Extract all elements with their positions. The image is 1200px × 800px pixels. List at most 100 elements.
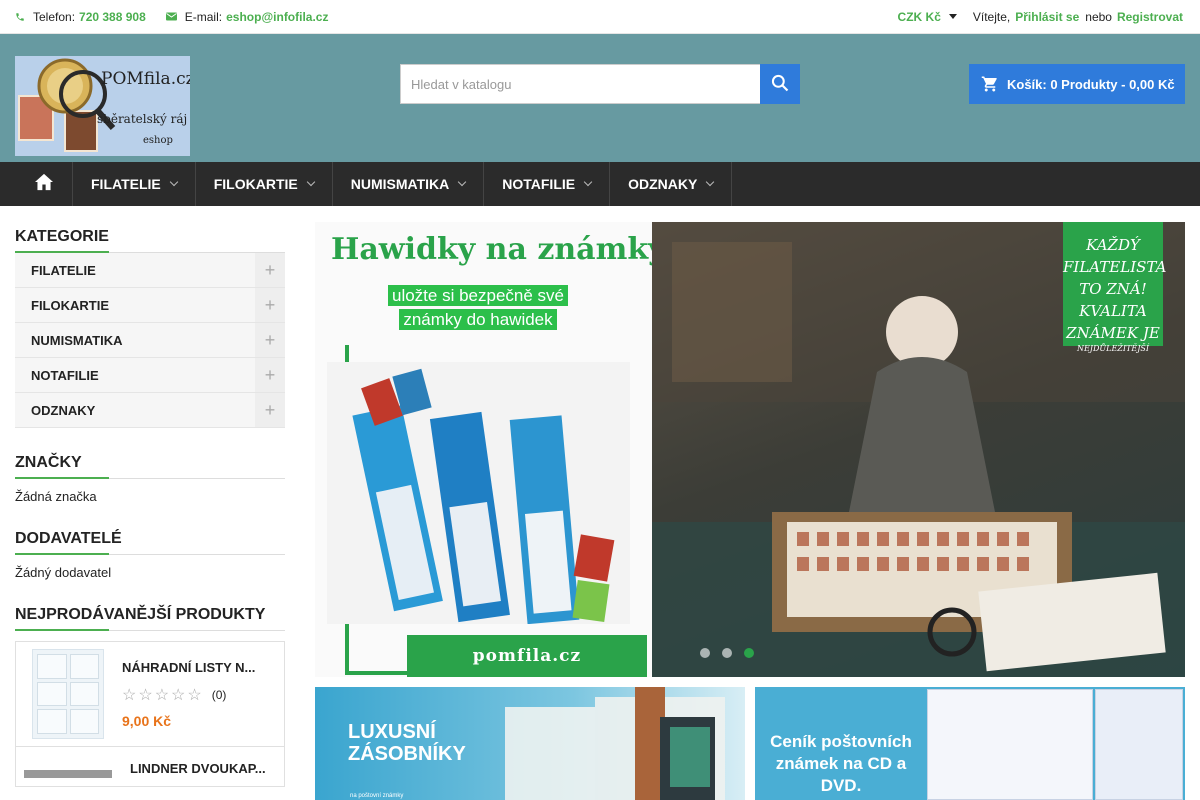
categories-title: KATEGORIE bbox=[15, 228, 285, 253]
expand-plus-icon[interactable]: + bbox=[255, 253, 285, 287]
header: POMfila.cz sběratelský ráj eshop Košík: … bbox=[0, 34, 1200, 162]
rating-count: (0) bbox=[211, 687, 227, 702]
slider-dot[interactable] bbox=[700, 648, 710, 658]
register-link[interactable]: Registrovat bbox=[1117, 10, 1183, 24]
hero-subtitle-line2: známky do hawidek bbox=[399, 309, 557, 330]
category-item-filatelie[interactable]: FILATELIE + bbox=[15, 253, 285, 288]
badge-line: FILATELISTA bbox=[1063, 258, 1167, 276]
home-link[interactable] bbox=[15, 162, 73, 206]
category-item-odznaky[interactable]: ODZNAKY + bbox=[15, 393, 285, 428]
main-nav: FILATELIE FILOKARTIE NUMISMATIKA NOTAFIL… bbox=[0, 162, 1200, 206]
chevron-down-icon bbox=[948, 14, 957, 19]
chevron-down-icon bbox=[169, 177, 178, 187]
nav-item-odznaky[interactable]: ODZNAKY bbox=[610, 162, 733, 206]
nav-item-label: NUMISMATIKA bbox=[350, 176, 450, 192]
banner-luxury-stockbooks[interactable]: LUXUSNÍ ZÁSOBNÍKY na poštovní známky bbox=[315, 687, 745, 800]
star-outline-icon: ☆ bbox=[122, 686, 139, 704]
product-image[interactable] bbox=[32, 649, 104, 739]
currency-value: CZK Kč bbox=[897, 9, 941, 24]
product-card[interactable]: NÁHRADNÍ LISTY N... ☆ ☆ ☆ ☆ ☆ (0) 9,00 Kč bbox=[15, 641, 285, 747]
badge-line: KVALITA bbox=[1079, 302, 1147, 320]
suppliers-title: DODAVATELÉ bbox=[15, 530, 285, 555]
category-item-numismatika[interactable]: NUMISMATIKA + bbox=[15, 323, 285, 358]
envelope-icon bbox=[165, 12, 177, 21]
category-label: FILATELIE bbox=[31, 262, 96, 278]
banner-catalog-cd[interactable]: Ceník poštovních známek na CD a DVD. bbox=[755, 687, 1185, 800]
login-link[interactable]: Přihlásit se bbox=[1015, 10, 1079, 24]
logo-tagline: sběratelský ráj bbox=[97, 112, 187, 126]
expand-plus-icon[interactable]: + bbox=[255, 393, 285, 427]
nav-item-label: ODZNAKY bbox=[628, 176, 698, 192]
badge-line: KAŽDÝ bbox=[1086, 236, 1140, 254]
category-label: NUMISMATIKA bbox=[31, 332, 123, 348]
nav-item-filatelie[interactable]: FILATELIE bbox=[73, 162, 196, 206]
category-label: ODZNAKY bbox=[31, 402, 96, 418]
hero-slide-photo: KAŽDÝ FILATELISTA TO ZNÁ! KVALITA ZNÁMEK… bbox=[652, 222, 1185, 677]
cart-summary: Košík: 0 Produkty - 0,00 Kč bbox=[1007, 76, 1175, 92]
currency-selector[interactable]: CZK Kč bbox=[898, 10, 957, 24]
catalog-cover-image bbox=[927, 689, 1093, 800]
product-image[interactable] bbox=[24, 770, 112, 778]
phone-label: Telefon: bbox=[33, 9, 76, 24]
slider-dot-active[interactable] bbox=[744, 648, 754, 658]
email-contact: E-mail: eshop@infofila.cz bbox=[165, 10, 328, 24]
badge-line: ZNÁMEK JE bbox=[1066, 324, 1160, 342]
hero-slide-left-panel: Hawidky na známky uložte si bezpečně své… bbox=[315, 222, 666, 677]
badge-line: TO ZNÁ! bbox=[1079, 280, 1147, 298]
category-item-filokartie[interactable]: FILOKARTIE + bbox=[15, 288, 285, 323]
logo-text: POMfila.cz bbox=[101, 69, 190, 89]
bestsellers-title: NEJPRODÁVANĚJŠÍ PRODUKTY bbox=[15, 606, 285, 631]
nav-item-filokartie[interactable]: FILOKARTIE bbox=[196, 162, 333, 206]
site-logo[interactable]: POMfila.cz sběratelský ráj eshop bbox=[15, 56, 190, 156]
nav-item-label: FILOKARTIE bbox=[213, 176, 298, 192]
brands-block: ZNAČKY Žádná značka bbox=[15, 454, 285, 504]
promo-banners: LUXUSNÍ ZÁSOBNÍKY na poštovní známky Cen… bbox=[315, 687, 1185, 800]
hero-subtitle-line1: uložte si bezpečně své bbox=[388, 285, 568, 306]
or-text: nebo bbox=[1085, 9, 1112, 24]
expand-plus-icon[interactable]: + bbox=[255, 323, 285, 357]
hero-site-label: pomfila.cz bbox=[407, 635, 647, 677]
home-icon bbox=[34, 173, 54, 196]
product-rating: ☆ ☆ ☆ ☆ ☆ (0) bbox=[122, 685, 272, 705]
category-label: FILOKARTIE bbox=[31, 297, 109, 313]
product-name[interactable]: NÁHRADNÍ LISTY N... bbox=[122, 660, 272, 675]
sidebar: KATEGORIE FILATELIE + FILOKARTIE + NUMISMA… bbox=[15, 228, 285, 787]
hero-product-photo bbox=[327, 362, 630, 625]
banner-title: Ceník poštovních známek na CD a DVD. bbox=[755, 731, 927, 797]
star-outline-icon: ☆ bbox=[138, 686, 155, 704]
search-button[interactable] bbox=[760, 64, 800, 104]
welcome-text: Vítejte, bbox=[972, 9, 1011, 24]
slider-dot[interactable] bbox=[722, 648, 732, 658]
phone-icon bbox=[15, 12, 25, 22]
star-outline-icon: ☆ bbox=[154, 686, 172, 704]
nav-item-notafilie[interactable]: NOTAFILIE bbox=[484, 162, 611, 206]
suppliers-empty-text: Žádný dodavatel bbox=[15, 565, 112, 580]
banner-line: Ceník poštovních bbox=[770, 732, 912, 751]
suppliers-block: DODAVATELÉ Žádný dodavatel bbox=[15, 530, 285, 580]
category-item-notafilie[interactable]: NOTAFILIE + bbox=[15, 358, 285, 393]
product-name[interactable]: LINDNER DVOUKAP... bbox=[130, 761, 280, 776]
chevron-down-icon bbox=[458, 177, 467, 187]
nav-item-label: FILATELIE bbox=[91, 176, 161, 192]
top-bar: Telefon: 720 388 908 E-mail: eshop@infof… bbox=[0, 0, 1200, 34]
product-price: 9,00 Kč bbox=[122, 712, 172, 729]
expand-plus-icon[interactable]: + bbox=[255, 358, 285, 392]
expand-plus-icon[interactable]: + bbox=[255, 288, 285, 322]
brands-empty-text: Žádná značka bbox=[15, 489, 97, 504]
banner-line: ZÁSOBNÍKY bbox=[348, 743, 466, 765]
category-list: FILATELIE + FILOKARTIE + NUMISMATIKA + NOTA… bbox=[15, 253, 285, 428]
email-link[interactable]: eshop@infofila.cz bbox=[226, 10, 328, 24]
catalog-cover-image bbox=[1095, 689, 1183, 800]
banner-small-text: na poštovní známky bbox=[350, 793, 404, 799]
phone-number-link[interactable]: 720 388 908 bbox=[79, 10, 146, 24]
search-input[interactable] bbox=[400, 64, 760, 104]
nav-item-numismatika[interactable]: NUMISMATIKA bbox=[333, 162, 485, 206]
star-outline-icon: ☆ bbox=[187, 686, 204, 704]
shopping-cart-icon bbox=[981, 75, 999, 93]
product-card[interactable]: LINDNER DVOUKAP... bbox=[15, 747, 285, 787]
logo-sub: eshop bbox=[143, 135, 173, 146]
hero-title: Hawidky na známky bbox=[331, 232, 666, 267]
bestsellers-block: NEJPRODÁVANĚJŠÍ PRODUKTY NÁHRADNÍ LISTY … bbox=[15, 606, 285, 787]
hero-slider[interactable]: Hawidky na známky uložte si bezpečně své… bbox=[315, 222, 1185, 677]
cart-button[interactable]: Košík: 0 Produkty - 0,00 Kč bbox=[969, 64, 1185, 104]
